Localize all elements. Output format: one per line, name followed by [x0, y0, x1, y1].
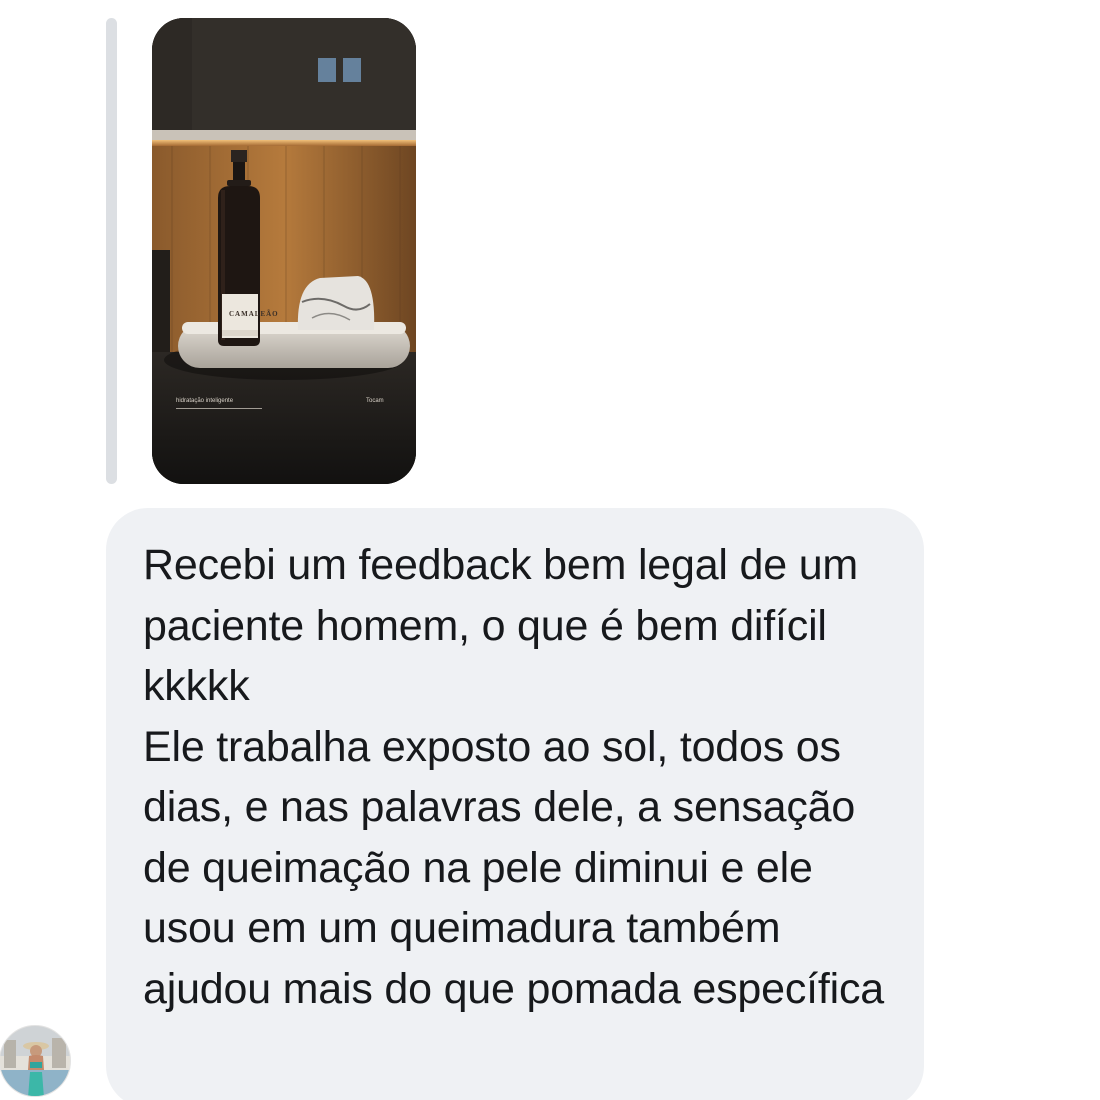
sender-avatar[interactable]	[0, 1025, 71, 1097]
story-caption: hidratação inteligente	[176, 398, 234, 404]
bottle-label: CAMALEÃO	[229, 310, 279, 318]
story-image	[152, 18, 416, 484]
reply-indicator-bar	[106, 18, 117, 484]
story-caption-right: Tocam	[366, 398, 384, 404]
shared-story-preview[interactable]: CAMALEÃO hidratação inteligente Tocam	[152, 18, 416, 484]
story-caption-underline	[176, 408, 262, 409]
message-paragraph: Recebi um feedback bem legal de um pacie…	[143, 541, 859, 710]
chat-screen: CAMALEÃO hidratação inteligente Tocam Re…	[0, 0, 1100, 1100]
profile-photo-avatar-icon	[0, 1026, 70, 1096]
message-bubble[interactable]: Recebi um feedback bem legal de um pacie…	[106, 508, 924, 1100]
message-paragraph: Ele trabalha exposto ao sol, todos os di…	[143, 722, 885, 1013]
